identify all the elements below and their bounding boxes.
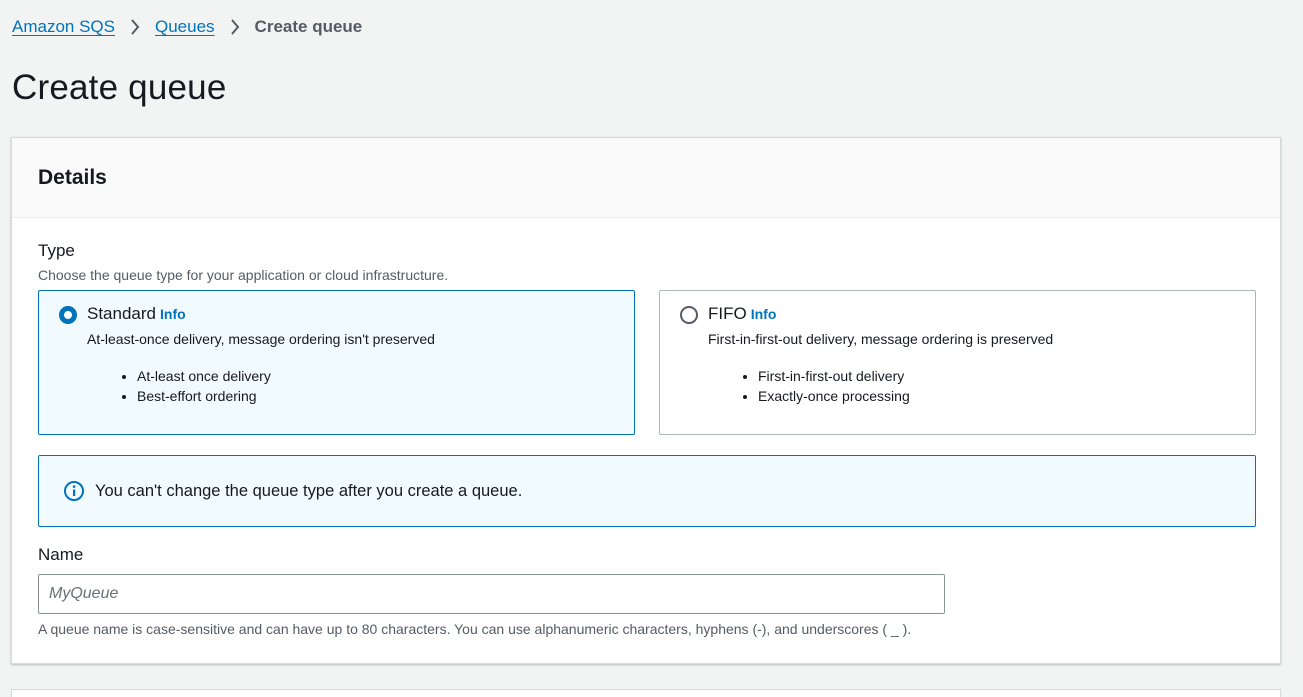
breadcrumb: Amazon SQS Queues Create queue bbox=[12, 16, 362, 38]
standard-info-link[interactable]: Info bbox=[160, 306, 186, 322]
standard-description: At-least-once delivery, message ordering… bbox=[87, 331, 435, 347]
queue-type-fifo-tile[interactable]: FIFO Info First-in-first-out delivery, me… bbox=[659, 290, 1256, 435]
fifo-info-link[interactable]: Info bbox=[751, 306, 777, 322]
standard-title-text: Standard bbox=[87, 304, 156, 323]
info-icon bbox=[63, 480, 85, 502]
fifo-title-text: FIFO bbox=[708, 304, 747, 323]
queue-type-info-alert: You can't change the queue type after yo… bbox=[38, 455, 1256, 527]
fifo-description: First-in-first-out delivery, message ord… bbox=[708, 331, 1054, 347]
details-panel-header: Details bbox=[12, 138, 1280, 218]
standard-title: Standard Info bbox=[87, 304, 186, 324]
list-item: Best-effort ordering bbox=[137, 386, 271, 406]
name-label: Name bbox=[38, 545, 84, 564]
breadcrumb-link-queues[interactable]: Queues bbox=[155, 17, 215, 37]
list-item: At-least once delivery bbox=[137, 366, 271, 386]
details-panel: Details Type Choose the queue type for y… bbox=[11, 137, 1281, 664]
breadcrumb-link-amazon-sqs[interactable]: Amazon SQS bbox=[12, 17, 115, 37]
page-title: Create queue bbox=[12, 68, 227, 107]
chevron-right-icon bbox=[215, 19, 255, 35]
fifo-radio[interactable] bbox=[680, 306, 698, 324]
breadcrumb-current: Create queue bbox=[254, 17, 363, 36]
list-item: First-in-first-out delivery bbox=[758, 366, 910, 386]
type-label: Type bbox=[38, 241, 75, 260]
name-constraint: A queue name is case-sensitive and can h… bbox=[38, 621, 912, 637]
queue-name-input[interactable] bbox=[38, 574, 945, 614]
queue-type-standard-tile[interactable]: Standard Info At-least-once delivery, mes… bbox=[38, 290, 635, 435]
fifo-bullets: First-in-first-out delivery Exactly-once… bbox=[758, 366, 910, 406]
type-description: Choose the queue type for your applicati… bbox=[38, 267, 449, 283]
next-panel bbox=[11, 689, 1281, 697]
details-heading: Details bbox=[38, 165, 107, 189]
chevron-right-icon bbox=[115, 19, 155, 35]
standard-radio[interactable] bbox=[59, 306, 77, 324]
fifo-title: FIFO Info bbox=[708, 304, 776, 324]
alert-text: You can't change the queue type after yo… bbox=[95, 481, 523, 500]
list-item: Exactly-once processing bbox=[758, 386, 910, 406]
standard-bullets: At-least once delivery Best-effort order… bbox=[137, 366, 271, 406]
